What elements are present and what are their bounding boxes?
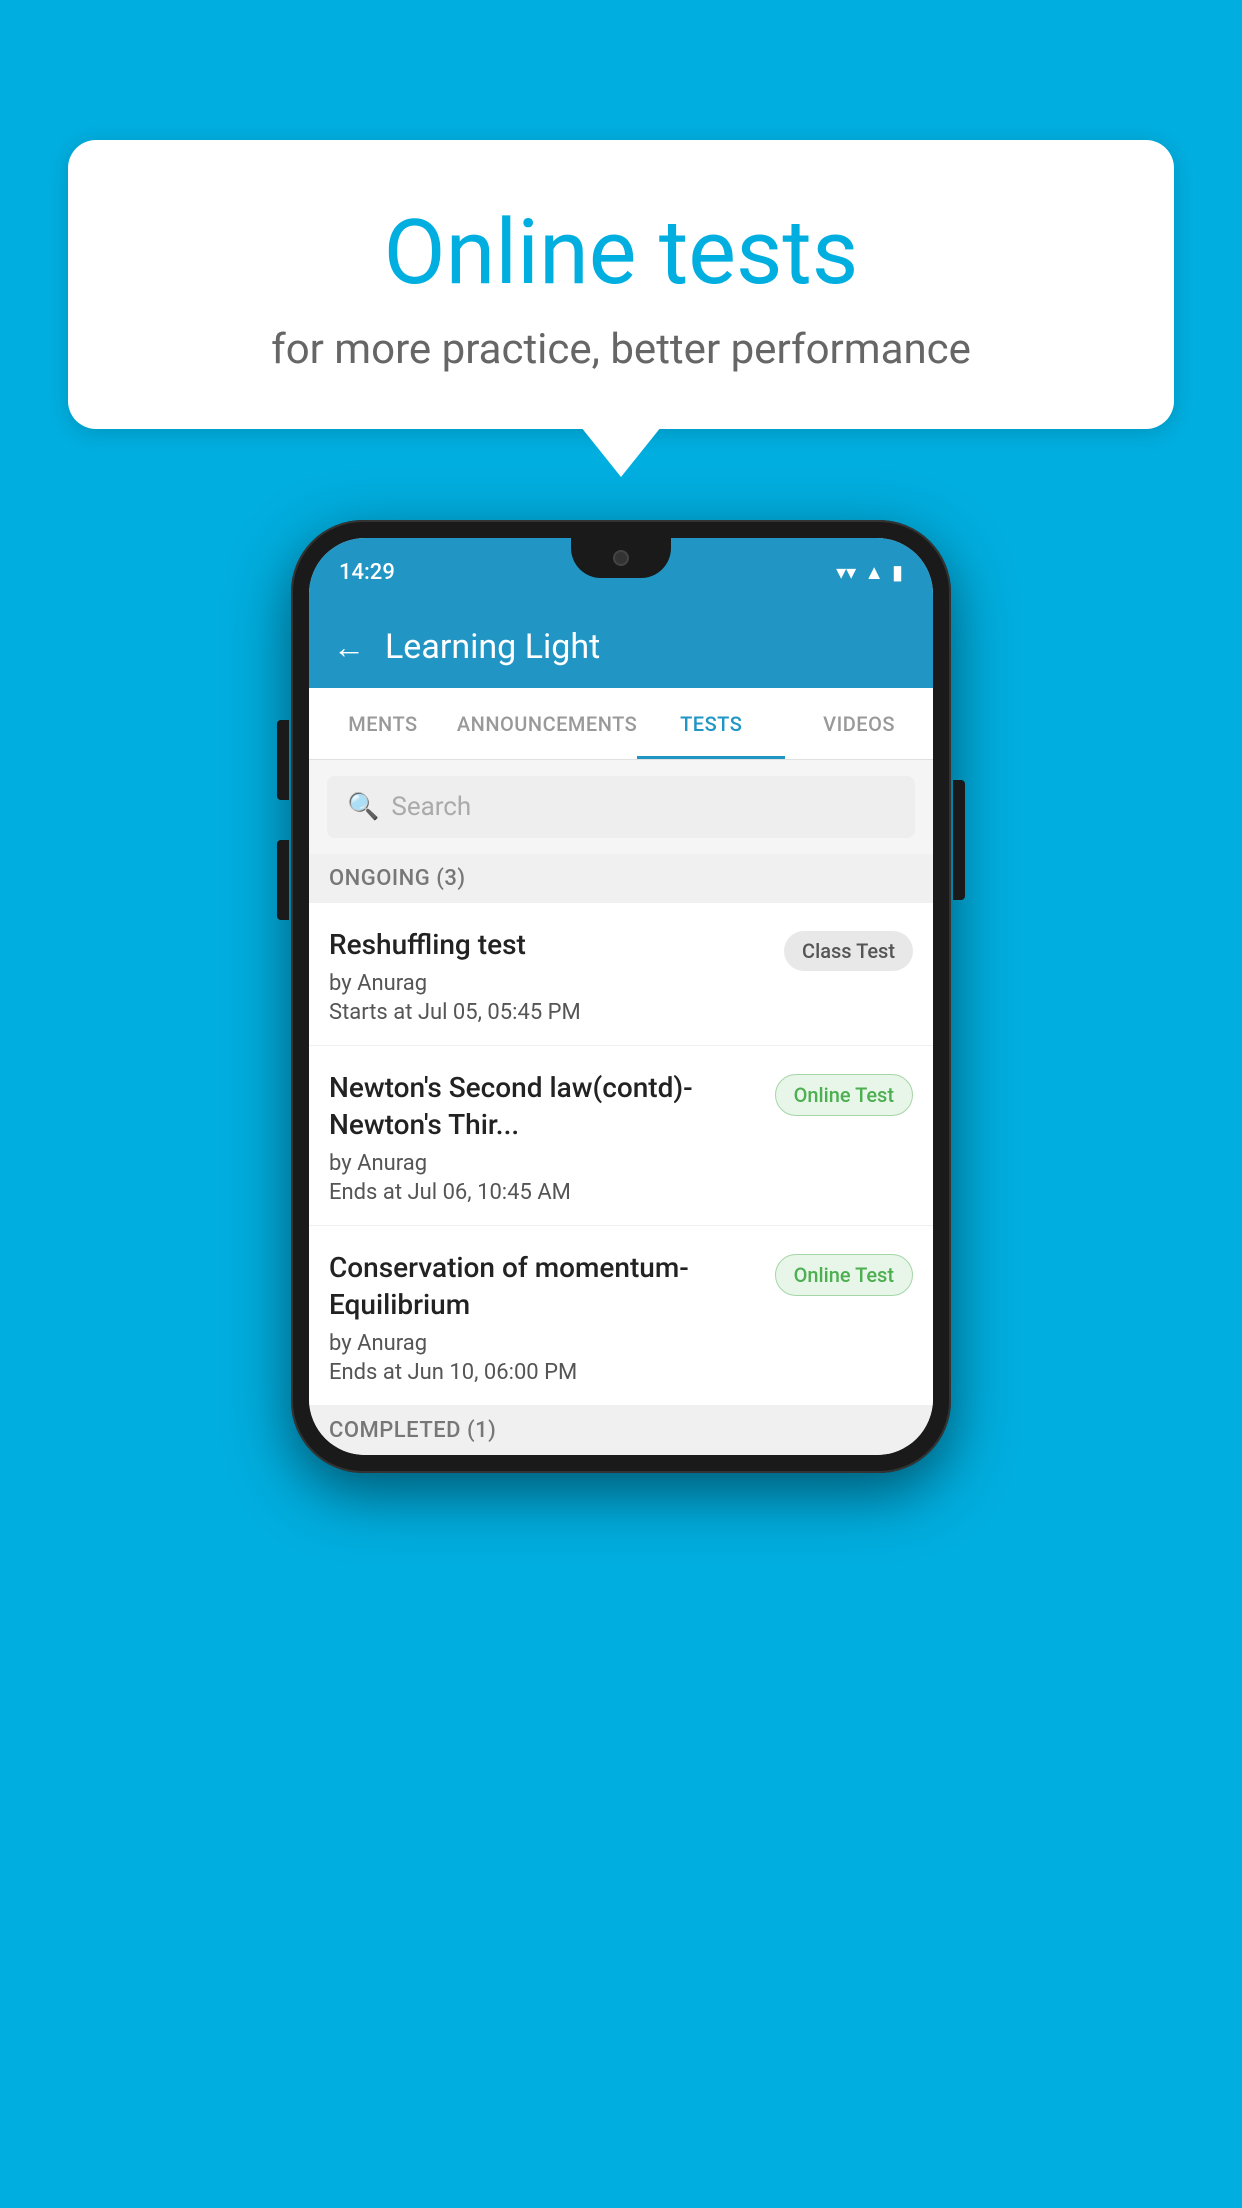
signal-icon: ▲: [864, 560, 884, 585]
camera: [613, 550, 629, 566]
test-name: Reshuffling test: [329, 927, 772, 963]
bubble-subtitle: for more practice, better performance: [118, 325, 1124, 374]
battery-icon: ▮: [892, 560, 903, 584]
phone-outer: 14:29 ▾▾ ▲ ▮ ← Learning Light MENTS: [291, 520, 951, 1473]
test-date: Ends at Jun 10, 06:00 PM: [329, 1360, 763, 1385]
tab-ments[interactable]: MENTS: [309, 688, 457, 759]
test-name: Newton's Second law(contd)-Newton's Thir…: [329, 1070, 763, 1143]
test-name: Conservation of momentum-Equilibrium: [329, 1250, 763, 1323]
tabs-bar: MENTS ANNOUNCEMENTS TESTS VIDEOS: [309, 688, 933, 760]
test-date: Starts at Jul 05, 05:45 PM: [329, 1000, 772, 1025]
test-item[interactable]: Conservation of momentum-Equilibrium by …: [309, 1226, 933, 1406]
test-badge-online-2: Online Test: [775, 1254, 913, 1296]
tab-announcements[interactable]: ANNOUNCEMENTS: [457, 688, 637, 759]
speech-bubble: Online tests for more practice, better p…: [68, 140, 1174, 429]
wifi-icon: ▾▾: [836, 560, 856, 584]
phone-screen: 14:29 ▾▾ ▲ ▮ ← Learning Light MENTS: [309, 538, 933, 1455]
search-icon: 🔍: [347, 792, 379, 822]
phone-wrapper: 14:29 ▾▾ ▲ ▮ ← Learning Light MENTS: [291, 520, 951, 1473]
test-badge-online: Online Test: [775, 1074, 913, 1116]
status-icons: ▾▾ ▲ ▮: [836, 560, 903, 585]
app-title: Learning Light: [385, 627, 600, 667]
test-info: Reshuffling test by Anurag Starts at Jul…: [329, 927, 772, 1025]
test-info: Conservation of momentum-Equilibrium by …: [329, 1250, 763, 1385]
test-list: Reshuffling test by Anurag Starts at Jul…: [309, 903, 933, 1406]
tab-videos[interactable]: VIDEOS: [785, 688, 933, 759]
notch: [571, 538, 671, 578]
test-author: by Anurag: [329, 1331, 763, 1356]
test-item[interactable]: Newton's Second law(contd)-Newton's Thir…: [309, 1046, 933, 1226]
back-button[interactable]: ←: [333, 628, 365, 666]
ongoing-section-header: ONGOING (3): [309, 854, 933, 903]
test-date: Ends at Jul 06, 10:45 AM: [329, 1180, 763, 1205]
completed-section-header: COMPLETED (1): [309, 1406, 933, 1455]
bubble-title: Online tests: [118, 200, 1124, 305]
search-bar[interactable]: 🔍 Search: [327, 776, 915, 838]
search-input[interactable]: Search: [391, 792, 471, 822]
status-time: 14:29: [339, 560, 395, 585]
app-header: ← Learning Light: [309, 606, 933, 688]
status-bar: 14:29 ▾▾ ▲ ▮: [309, 538, 933, 606]
test-author: by Anurag: [329, 971, 772, 996]
test-info: Newton's Second law(contd)-Newton's Thir…: [329, 1070, 763, 1205]
test-badge-class: Class Test: [784, 931, 913, 971]
test-item[interactable]: Reshuffling test by Anurag Starts at Jul…: [309, 903, 933, 1046]
test-author: by Anurag: [329, 1151, 763, 1176]
tab-tests[interactable]: TESTS: [637, 688, 785, 759]
